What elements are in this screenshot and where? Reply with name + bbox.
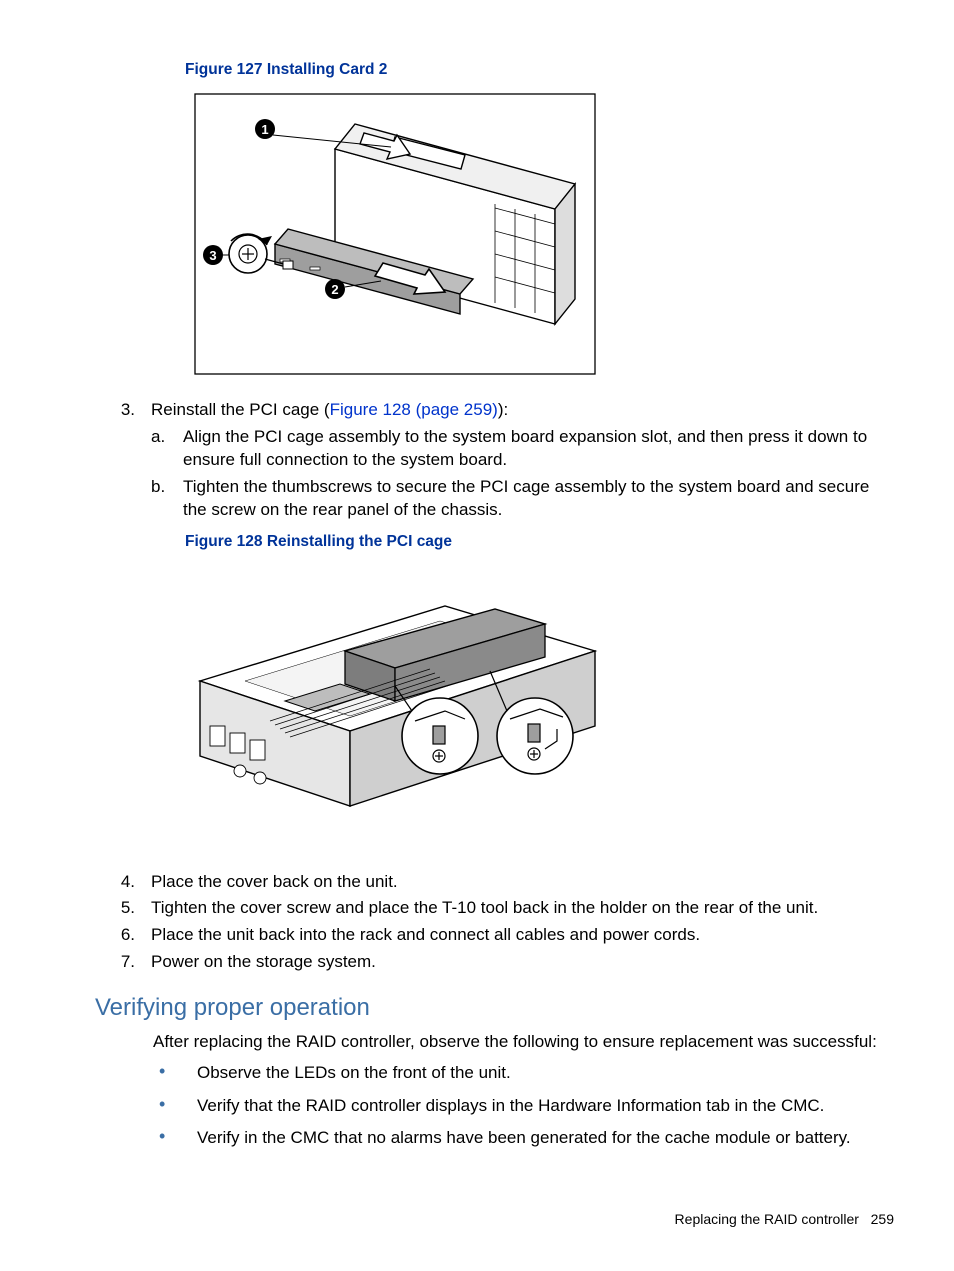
step-3-sublist: a. Align the PCI cage assembly to the sy…: [151, 426, 894, 522]
footer-page: 259: [871, 1211, 894, 1227]
step-7-number: 7.: [95, 951, 151, 974]
step-3-tail: ):: [498, 400, 508, 419]
bullet-2-text: Verify that the RAID controller displays…: [197, 1095, 894, 1118]
svg-text:2: 2: [331, 282, 338, 297]
svg-text:1: 1: [261, 122, 268, 137]
step-3-lead: Reinstall the PCI cage (: [151, 400, 330, 419]
step-5-number: 5.: [95, 897, 151, 920]
step-4-number: 4.: [95, 871, 151, 894]
step-3b: b. Tighten the thumbscrews to secure the…: [151, 476, 894, 522]
step-7-text: Power on the storage system.: [151, 951, 894, 974]
step-3: 3. Reinstall the PCI cage (Figure 128 (p…: [95, 399, 894, 526]
figure-128-block: Figure 128 Reinstalling the PCI cage: [185, 532, 894, 851]
step-5-text: Tighten the cover screw and place the T-…: [151, 897, 894, 920]
section-intro: After replacing the RAID controller, obs…: [153, 1031, 894, 1054]
step-6-text: Place the unit back into the rack and co…: [151, 924, 894, 947]
footer-title: Replacing the RAID controller: [675, 1211, 859, 1227]
step-7: 7. Power on the storage system.: [95, 951, 894, 974]
bullet-icon: •: [153, 1095, 197, 1118]
step-3-number: 3.: [95, 399, 151, 526]
step-6-number: 6.: [95, 924, 151, 947]
figure-127-image: 1 2 3: [185, 89, 605, 379]
step-3a-text: Align the PCI cage assembly to the syste…: [183, 426, 894, 472]
section-heading: Verifying proper operation: [95, 992, 894, 1024]
page: Figure 127 Installing Card 2: [0, 0, 954, 1271]
step-4-text: Place the cover back on the unit.: [151, 871, 894, 894]
bullet-3-text: Verify in the CMC that no alarms have be…: [197, 1127, 894, 1150]
figure-128-image: [185, 561, 605, 851]
page-footer: Replacing the RAID controller 259: [675, 1210, 894, 1229]
bullet-icon: •: [153, 1127, 197, 1150]
step-3b-text: Tighten the thumbscrews to secure the PC…: [183, 476, 894, 522]
step-4: 4. Place the cover back on the unit.: [95, 871, 894, 894]
svg-text:3: 3: [209, 248, 216, 263]
step-3-body: Reinstall the PCI cage (Figure 128 (page…: [151, 399, 894, 526]
bullet-2: • Verify that the RAID controller displa…: [153, 1095, 894, 1118]
step-5: 5. Tighten the cover screw and place the…: [95, 897, 894, 920]
figure-128-svg: [185, 561, 605, 851]
step-6: 6. Place the unit back into the rack and…: [95, 924, 894, 947]
step-3b-letter: b.: [151, 476, 183, 522]
bullet-1: • Observe the LEDs on the front of the u…: [153, 1062, 894, 1085]
bullet-icon: •: [153, 1062, 197, 1085]
figure-128-link[interactable]: Figure 128 (page 259): [330, 400, 498, 419]
step-3a: a. Align the PCI cage assembly to the sy…: [151, 426, 894, 472]
figure-127-block: Figure 127 Installing Card 2: [185, 60, 894, 379]
bullet-1-text: Observe the LEDs on the front of the uni…: [197, 1062, 894, 1085]
figure-127-svg: 1 2 3: [185, 89, 605, 379]
figure-127-caption: Figure 127 Installing Card 2: [185, 60, 894, 81]
step-3a-letter: a.: [151, 426, 183, 472]
figure-128-caption: Figure 128 Reinstalling the PCI cage: [185, 532, 894, 553]
steps-list-cont: 4. Place the cover back on the unit. 5. …: [95, 871, 894, 975]
bullet-list: • Observe the LEDs on the front of the u…: [153, 1062, 894, 1151]
steps-list: 3. Reinstall the PCI cage (Figure 128 (p…: [95, 399, 894, 526]
bullet-3: • Verify in the CMC that no alarms have …: [153, 1127, 894, 1150]
